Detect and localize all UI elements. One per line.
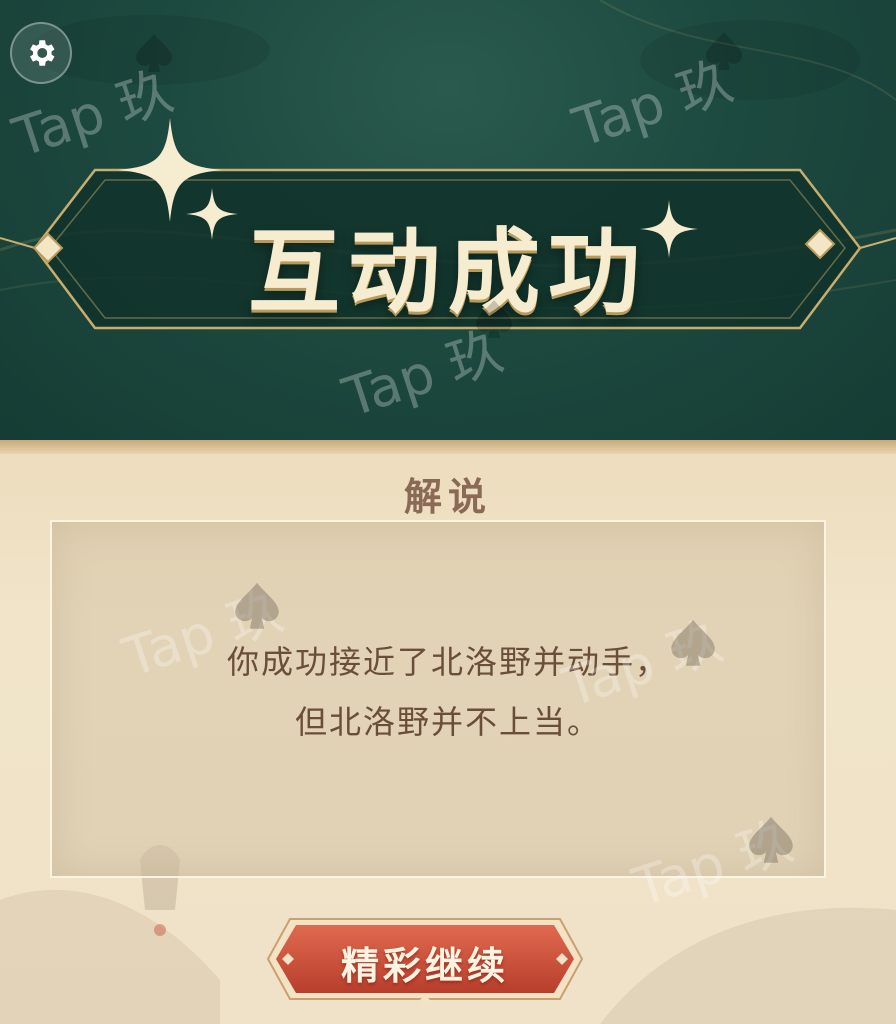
- narration-line-2: 但北洛野并不上当。: [294, 703, 601, 741]
- gear-icon: [30, 40, 55, 66]
- result-header-panel: 互动成功: [0, 0, 896, 440]
- continue-button-label: 精彩继续: [340, 943, 509, 988]
- narration-line-1: 你成功接近了北洛野并动手，: [226, 643, 669, 681]
- settings-button[interactable]: [10, 22, 72, 84]
- continue-button[interactable]: 精彩继续: [262, 913, 588, 1005]
- section-title: 解说: [403, 474, 492, 519]
- result-title: 互动成功: [247, 218, 648, 326]
